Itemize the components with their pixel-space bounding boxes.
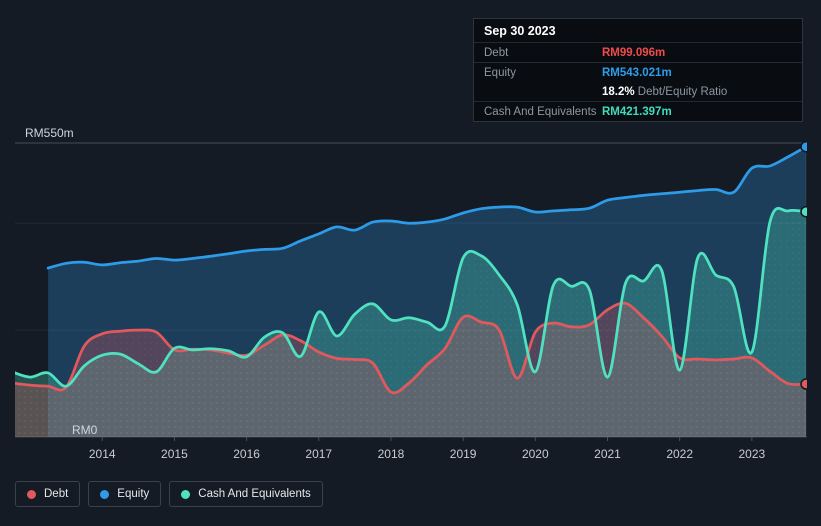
x-tick-label-2017: 2017 — [305, 447, 332, 461]
tooltip-row-equity: Equity RM543.021m — [474, 62, 802, 82]
tooltip-row-ratio: 18.2% Debt/Equity Ratio — [474, 82, 802, 101]
x-tick-label-2022: 2022 — [666, 447, 693, 461]
chart-legend: Debt Equity Cash And Equivalents — [15, 481, 323, 507]
legend-item-equity[interactable]: Equity — [88, 481, 162, 507]
tooltip-row-cash: Cash And Equivalents RM421.397m — [474, 101, 802, 121]
equity-dot-icon — [100, 489, 110, 499]
tooltip-cash-label: Cash And Equivalents — [484, 105, 597, 118]
legend-cash-label: Cash And Equivalents — [198, 488, 311, 500]
x-tick-label-2023: 2023 — [739, 447, 766, 461]
x-tick-label-2021: 2021 — [594, 447, 621, 461]
end-dot-cash-and-equivalents — [800, 205, 807, 218]
tooltip-ratio-label: Debt/Equity Ratio — [634, 85, 728, 98]
y-axis-label-zero: RM0 — [72, 423, 98, 437]
tooltip-equity-value: RM543.021m — [602, 66, 672, 79]
legend-item-cash[interactable]: Cash And Equivalents — [169, 481, 323, 507]
chart-tooltip: Sep 30 2023 Debt RM99.096m Equity RM543.… — [473, 18, 803, 122]
tooltip-debt-value: RM99.096m — [602, 46, 666, 59]
x-tick-label-2018: 2018 — [378, 447, 405, 461]
x-tick-label-2014: 2014 — [89, 447, 116, 461]
tooltip-equity-label: Equity — [484, 66, 516, 79]
x-tick-label-2019: 2019 — [450, 447, 477, 461]
x-tick-label-2016: 2016 — [233, 447, 260, 461]
debt-dot-icon — [27, 489, 36, 499]
x-tick-label-2015: 2015 — [161, 447, 188, 461]
end-dot-equity — [800, 140, 807, 153]
tooltip-row-debt: Debt RM99.096m — [474, 42, 802, 62]
cash-dot-icon — [181, 489, 191, 499]
plot-area — [15, 140, 807, 437]
legend-equity-label: Equity — [117, 488, 150, 500]
x-tick-label-2020: 2020 — [522, 447, 549, 461]
legend-debt-label: Debt — [44, 488, 69, 500]
tooltip-debt-label: Debt — [484, 46, 509, 59]
legend-item-debt[interactable]: Debt — [15, 481, 81, 507]
end-dot-debt — [800, 378, 807, 390]
tooltip-ratio-value: 18.2% — [602, 85, 635, 98]
tooltip-cash-value: RM421.397m — [602, 105, 672, 118]
tooltip-ratio: 18.2% Debt/Equity Ratio — [602, 86, 727, 98]
tooltip-date: Sep 30 2023 — [484, 24, 556, 38]
y-axis-label-max: RM550m — [25, 126, 74, 140]
